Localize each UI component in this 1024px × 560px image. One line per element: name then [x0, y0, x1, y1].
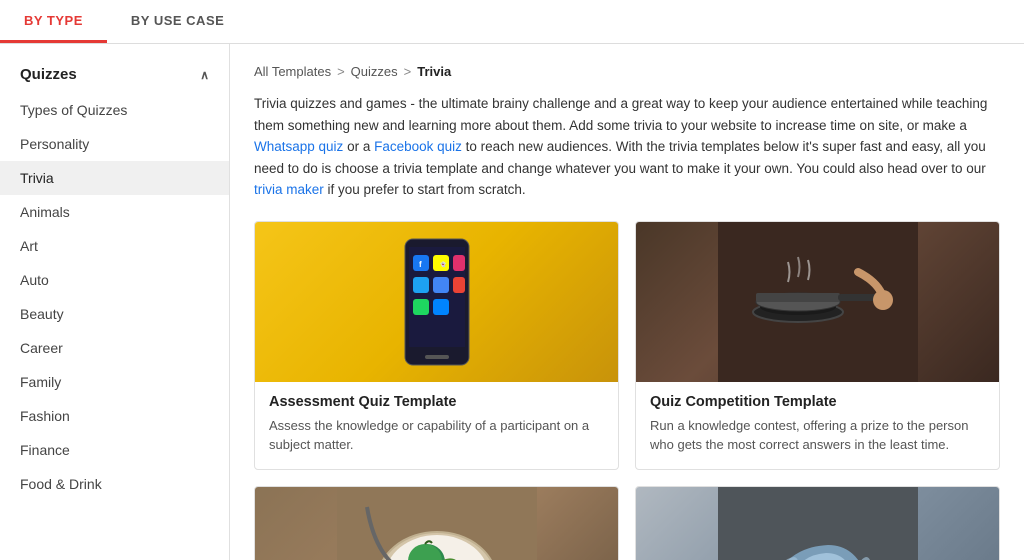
breadcrumb-sep-2: >	[404, 64, 412, 79]
desc-text-end: if you prefer to start from scratch.	[324, 182, 526, 197]
sidebar-item-types-of-quizzes[interactable]: Types of Quizzes	[0, 93, 229, 127]
svg-text:f: f	[419, 260, 422, 269]
card-title-competition: Quiz Competition Template	[650, 394, 985, 410]
sidebar-item-family[interactable]: Family	[0, 365, 229, 399]
sidebar: Quizzes ∧ Types of Quizzes Personality T…	[0, 44, 230, 560]
card-image-competition	[636, 222, 999, 382]
page-description: Trivia quizzes and games - the ultimate …	[254, 93, 1000, 201]
chevron-up-icon: ∧	[200, 68, 209, 82]
sidebar-section-quizzes[interactable]: Quizzes ∧	[0, 60, 229, 93]
main-layout: Quizzes ∧ Types of Quizzes Personality T…	[0, 44, 1024, 560]
card-auto-quiz[interactable]: Auto Quiz Template Test knowledge on cla…	[635, 486, 1000, 560]
card-body-competition: Quiz Competition Template Run a knowledg…	[636, 382, 999, 469]
card-image-auto	[636, 487, 999, 560]
tab-by-use-case[interactable]: BY USE CASE	[107, 0, 248, 43]
card-body-assessment: Assessment Quiz Template Assess the know…	[255, 382, 618, 469]
sidebar-item-food-drink[interactable]: Food & Drink	[0, 467, 229, 501]
sidebar-item-personality[interactable]: Personality	[0, 127, 229, 161]
sidebar-item-art[interactable]: Art	[0, 229, 229, 263]
breadcrumb-quizzes[interactable]: Quizzes	[351, 64, 398, 79]
tab-by-type[interactable]: BY TYPE	[0, 0, 107, 43]
card-title-assessment: Assessment Quiz Template	[269, 394, 604, 410]
svg-text:👻: 👻	[440, 261, 447, 268]
desc-link-trivia-maker[interactable]: trivia maker	[254, 182, 324, 197]
sidebar-item-career[interactable]: Career	[0, 331, 229, 365]
breadcrumb-current: Trivia	[417, 64, 451, 79]
sidebar-item-fashion[interactable]: Fashion	[0, 399, 229, 433]
card-desc-assessment: Assess the knowledge or capability of a …	[269, 416, 604, 455]
card-desc-competition: Run a knowledge contest, offering a priz…	[650, 416, 985, 455]
sidebar-item-beauty[interactable]: Beauty	[0, 297, 229, 331]
breadcrumb-all-templates[interactable]: All Templates	[254, 64, 331, 79]
card-image-health	[255, 487, 618, 560]
sidebar-item-auto[interactable]: Auto	[0, 263, 229, 297]
sidebar-item-finance[interactable]: Finance	[0, 433, 229, 467]
desc-text-mid1: or a	[343, 139, 374, 154]
desc-link-whatsapp[interactable]: Whatsapp quiz	[254, 139, 343, 154]
cards-grid: f 👻 Assessment Quiz Template Assess the …	[254, 221, 1000, 560]
sidebar-item-animals[interactable]: Animals	[0, 195, 229, 229]
desc-link-facebook[interactable]: Facebook quiz	[374, 139, 462, 154]
card-assessment-quiz[interactable]: f 👻 Assessment Quiz Template Assess the …	[254, 221, 619, 470]
breadcrumb-sep-1: >	[337, 64, 345, 79]
top-navigation: BY TYPE BY USE CASE	[0, 0, 1024, 44]
sidebar-section-label: Quizzes	[20, 66, 77, 83]
card-quiz-competition[interactable]: Quiz Competition Template Run a knowledg…	[635, 221, 1000, 470]
breadcrumb: All Templates > Quizzes > Trivia	[254, 64, 1000, 79]
sidebar-item-trivia[interactable]: Trivia	[0, 161, 229, 195]
main-content: All Templates > Quizzes > Trivia Trivia …	[230, 44, 1024, 560]
card-health-quiz[interactable]: Health Quiz Template Test knowledge on h…	[254, 486, 619, 560]
card-image-assessment: f 👻	[255, 222, 618, 382]
desc-text-before: Trivia quizzes and games - the ultimate …	[254, 96, 987, 133]
